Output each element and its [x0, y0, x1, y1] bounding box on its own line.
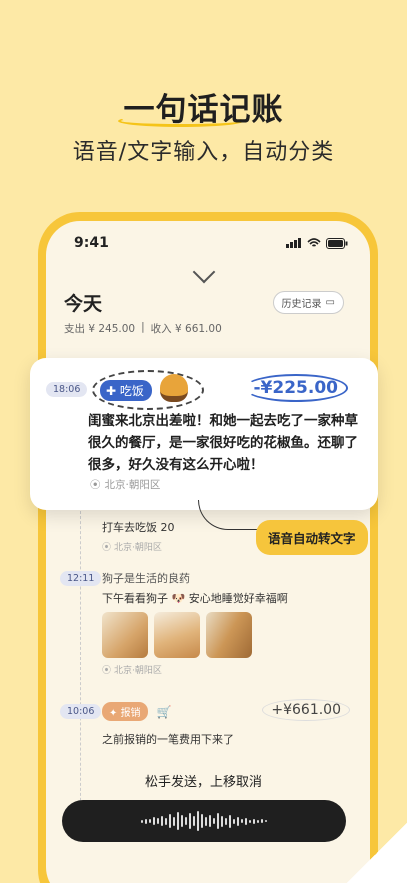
category-tag[interactable]: ✚ 吃饭 — [100, 380, 152, 401]
entry-time: 12:11 — [60, 571, 102, 586]
status-time: 9:41 — [74, 235, 109, 251]
daily-totals: 支出 ¥ 245.00 | 收入 ¥ 661.00 — [64, 321, 222, 336]
release-hint: 松手发送，上移取消 — [144, 775, 262, 790]
entry-desc: 之前报销的一笔费用下来了 — [102, 733, 234, 746]
waveform-bar — [249, 819, 251, 823]
entry-photos — [102, 612, 354, 658]
waveform-bar — [221, 815, 223, 827]
waveform-bar — [213, 818, 215, 824]
waveform-bar — [145, 818, 147, 824]
dog-photo[interactable] — [206, 612, 252, 658]
entry-title: 狗子是生活的良药 — [102, 572, 190, 585]
headline-subtitle: 语音/文字输入，自动分类 — [72, 140, 335, 165]
waveform-bar — [197, 811, 199, 831]
burger-icon — [160, 374, 188, 402]
waveform-bar — [141, 819, 143, 823]
entry-desc: 下午看看狗子 🐶 安心地睡觉好幸福啊 — [102, 592, 288, 605]
timeline-line — [80, 511, 81, 811]
expense-total: 支出 ¥ 245.00 — [64, 323, 136, 335]
voice-recording-bar[interactable] — [62, 800, 346, 842]
waveform-bar — [161, 816, 163, 826]
entry-time: 10:06 — [60, 704, 102, 719]
calendar-icon: ▭ — [325, 297, 335, 308]
voice-tip-badge: 语音自动转文字 — [256, 520, 368, 555]
waveform-bar — [237, 816, 239, 826]
waveform-bar — [201, 814, 203, 828]
waveform — [141, 811, 267, 831]
wifi-icon — [307, 238, 321, 247]
category-tag: ✦ 报销 — [102, 702, 148, 721]
waveform-bar — [169, 814, 171, 828]
entry-text: 闺蜜来北京出差啦！和她一起去吃了一家种草很久的餐厅，是一家很好吃的花椒鱼。还聊了… — [88, 413, 358, 473]
status-bar: 9:41 — [74, 233, 348, 253]
history-button[interactable]: 历史记录 ▭ — [272, 291, 344, 314]
history-button-label: 历史记录 — [281, 299, 322, 310]
totals-separator: | — [141, 321, 145, 333]
entry-reimburse[interactable]: ✦ 报销 🛒 +¥661.00 之前报销的一笔费用下来了 — [102, 699, 354, 747]
waveform-bar — [265, 820, 267, 822]
entry-location: ⦿ 北京·朝阳区 — [90, 479, 161, 491]
waveform-bar — [189, 813, 191, 829]
highlighted-entry-card[interactable]: 18:06 ✚ 吃饭 -¥225.00 闺蜜来北京出差啦！和她一起去吃了一家种草… — [30, 358, 378, 510]
dog-photo[interactable] — [102, 612, 148, 658]
battery-icon — [326, 237, 348, 249]
waveform-bar — [245, 817, 247, 825]
signal-icon — [286, 238, 301, 248]
entry-amount: +¥661.00 — [262, 699, 350, 721]
waveform-bar — [261, 819, 263, 823]
headline: 一句话记账 — [0, 84, 407, 129]
entry-time: 18:06 — [46, 382, 88, 397]
waveform-bar — [257, 819, 259, 823]
waveform-bar — [193, 816, 195, 826]
headline-title: 一句话记账 — [117, 84, 284, 129]
page-title: 今天 — [64, 293, 103, 315]
location-pin-icon: ⦿ — [90, 479, 101, 491]
income-total: 收入 ¥ 661.00 — [150, 323, 222, 335]
waveform-bar — [205, 816, 207, 826]
corner-decoration — [347, 823, 407, 883]
entry-amount: -¥225.00 — [243, 374, 348, 402]
location-pin-icon: ⦿ — [102, 666, 112, 676]
waveform-bar — [165, 817, 167, 825]
waveform-bar — [177, 812, 179, 830]
waveform-bar — [233, 818, 235, 824]
waveform-bar — [209, 815, 211, 827]
waveform-bar — [181, 815, 183, 827]
status-icons — [286, 237, 348, 249]
waveform-bar — [225, 817, 227, 825]
waveform-bar — [217, 813, 219, 829]
entry-dog[interactable]: 狗子是生活的良药 下午看看狗子 🐶 安心地睡觉好幸福啊 ⦿ 北京·朝阳区 — [102, 570, 354, 676]
waveform-bar — [153, 817, 155, 825]
waveform-bar — [241, 819, 243, 823]
waveform-bar — [173, 816, 175, 826]
location-pin-icon: ⦿ — [102, 543, 112, 553]
waveform-bar — [149, 819, 151, 823]
waveform-bar — [229, 814, 231, 828]
delivery-robot-icon: 🛒 — [156, 705, 172, 719]
entry-location: ⦿ 北京·朝阳区 — [102, 663, 354, 676]
dog-photo[interactable] — [154, 612, 200, 658]
waveform-bar — [185, 817, 187, 825]
waveform-bar — [157, 818, 159, 824]
waveform-bar — [253, 818, 255, 824]
chevron-down-icon[interactable] — [192, 260, 216, 284]
